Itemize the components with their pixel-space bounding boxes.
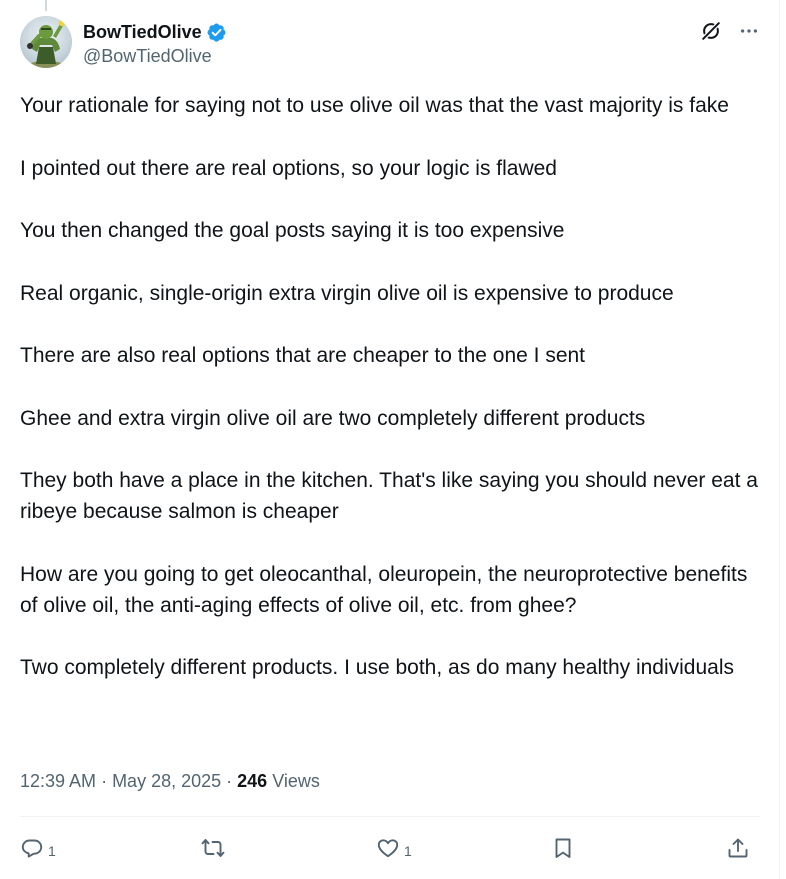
retweet-button[interactable]	[201, 831, 229, 867]
views-count[interactable]: 246	[237, 771, 267, 792]
tweet-date[interactable]: May 28, 2025	[112, 771, 221, 792]
action-bar: 1 1	[20, 831, 760, 867]
tweet-paragraph: Two completely different products. I use…	[20, 656, 735, 679]
reply-count: 1	[48, 843, 56, 859]
like-icon	[376, 836, 400, 863]
views-label: Views	[272, 770, 320, 791]
tweet-header: BowTiedOlive @BowTiedOlive	[20, 16, 760, 72]
tweet-paragraph: They both have a place in the kitchen. T…	[20, 469, 764, 523]
retweet-icon	[201, 836, 225, 863]
tweet-paragraph: I pointed out there are real options, so…	[20, 156, 557, 180]
tweet-paragraph: Ghee and extra virgin olive oil are two …	[20, 406, 646, 430]
grok-icon[interactable]	[700, 20, 722, 47]
bookmark-icon	[551, 836, 575, 863]
avatar[interactable]	[20, 16, 72, 68]
more-icon[interactable]	[738, 20, 760, 47]
share-button[interactable]	[726, 831, 750, 867]
divider	[20, 816, 760, 817]
tweet-text: Your rationale for saying not to use oli…	[20, 90, 764, 715]
tweet-paragraph: You then changed the goal posts saying i…	[20, 219, 565, 242]
meta-separator: ·	[101, 770, 108, 791]
tweet-paragraph: There are also real options that are che…	[20, 344, 586, 367]
share-icon	[726, 836, 750, 863]
reply-icon	[20, 836, 44, 863]
tweet-paragraph: Your rationale for saying not to use oli…	[20, 94, 729, 117]
column-border	[779, 0, 780, 879]
bookmark-button[interactable]	[551, 831, 575, 867]
thread-connector-line	[45, 0, 47, 11]
tweet-paragraph: How are you going to get oleocanthal, ol…	[20, 562, 754, 617]
reply-button[interactable]: 1	[20, 831, 56, 867]
verified-badge-icon[interactable]	[206, 22, 227, 43]
like-count: 1	[404, 843, 412, 859]
meta-separator: ·	[226, 770, 233, 791]
display-name[interactable]: BowTiedOlive	[83, 22, 202, 43]
tweet-time[interactable]: 12:39 AM	[20, 771, 96, 792]
tweet-metadata: 12:39 AM · May 28, 2025 · 246 Views	[20, 769, 320, 793]
like-button[interactable]: 1	[376, 831, 412, 867]
author-handle[interactable]: @BowTiedOlive	[83, 46, 227, 67]
tweet-paragraph: Real organic, single-origin extra virgin…	[20, 281, 674, 305]
